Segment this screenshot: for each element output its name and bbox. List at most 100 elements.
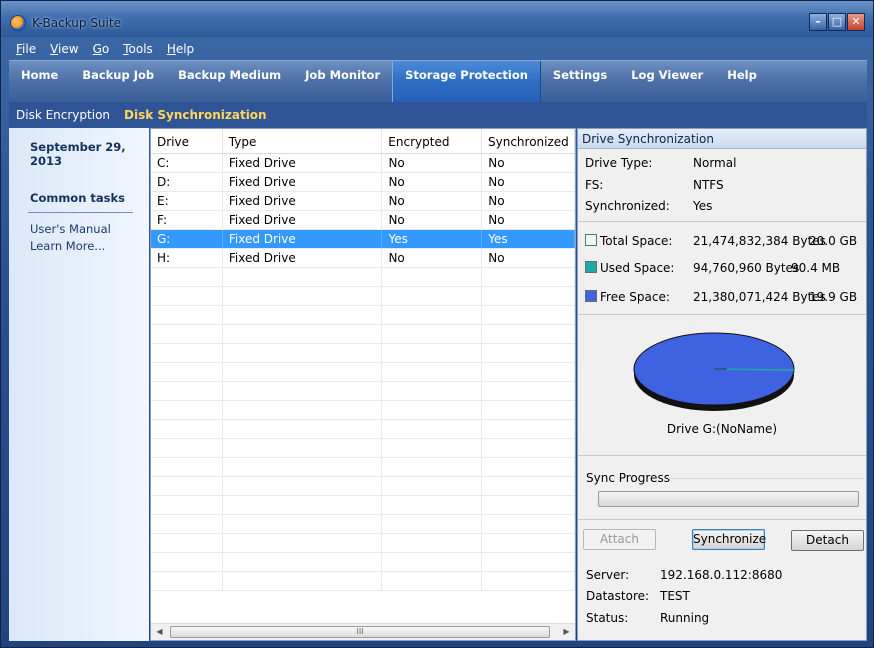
scrollbar-thumb[interactable]: III: [170, 626, 550, 638]
menu-tools[interactable]: Tools: [116, 39, 160, 59]
subtab-disk-synchronization[interactable]: Disk Synchronization: [117, 108, 274, 122]
fs-label: FS:: [585, 178, 604, 192]
synchronized-value: Yes: [693, 199, 713, 213]
tab-help[interactable]: Help: [715, 61, 769, 102]
empty-row: [151, 458, 575, 477]
title-bar[interactable]: K-Backup Suite – □ ✕: [1, 1, 873, 37]
current-date: September 29, 2013: [30, 140, 126, 168]
cell-encrypted: No: [382, 249, 483, 267]
used-space-label: Used Space:: [600, 261, 675, 275]
sidebar: September 29, 2013 Common tasks User's M…: [9, 128, 149, 641]
used-space-size: 90.4 MB: [791, 261, 841, 275]
table-row[interactable]: E: Fixed Drive No No: [151, 192, 575, 211]
table-row[interactable]: D: Fixed Drive No No: [151, 173, 575, 192]
empty-row: [151, 382, 575, 401]
cell-type: Fixed Drive: [223, 230, 383, 248]
empty-row: [151, 287, 575, 306]
datastore-value: TEST: [660, 589, 690, 603]
column-header-encrypted[interactable]: Encrypted: [382, 129, 482, 153]
free-space-size: 19.9 GB: [809, 290, 858, 304]
menu-help[interactable]: Help: [160, 39, 201, 59]
cell-drive: F:: [151, 211, 223, 229]
cell-encrypted: No: [382, 173, 483, 191]
free-space-swatch: [585, 290, 597, 302]
empty-row: [151, 515, 575, 534]
cell-drive: E:: [151, 192, 223, 210]
menu-view[interactable]: View: [43, 39, 85, 59]
column-header-synchronized[interactable]: Synchronized: [482, 129, 575, 153]
cell-synchronized: No: [482, 192, 575, 210]
drive-type-label: Drive Type:: [585, 156, 653, 170]
window-title: K-Backup Suite: [32, 16, 121, 30]
cell-synchronized: No: [482, 211, 575, 229]
cell-type: Fixed Drive: [223, 192, 383, 210]
tab-backup-medium[interactable]: Backup Medium: [166, 61, 293, 102]
fs-value: NTFS: [693, 178, 724, 192]
tab-storage-protection[interactable]: Storage Protection: [392, 61, 541, 102]
tab-home[interactable]: Home: [9, 61, 70, 102]
table-header: Drive Type Encrypted Synchronized: [151, 129, 575, 154]
app-window: K-Backup Suite – □ ✕ File View Go Tools …: [0, 0, 874, 648]
cell-synchronized: No: [482, 249, 575, 267]
close-icon[interactable]: ✕: [847, 13, 865, 31]
table-row[interactable]: H: Fixed Drive No No: [151, 249, 575, 268]
horizontal-scrollbar[interactable]: ◀ III ▶: [151, 623, 575, 640]
tab-log-viewer[interactable]: Log Viewer: [619, 61, 715, 102]
empty-row: [151, 344, 575, 363]
minimize-icon[interactable]: –: [809, 13, 827, 31]
window-controls: – □ ✕: [809, 13, 865, 31]
subtab-disk-encryption[interactable]: Disk Encryption: [9, 108, 117, 122]
total-space-swatch: [585, 234, 597, 246]
status-value: Running: [660, 611, 710, 625]
empty-row: [151, 363, 575, 382]
scroll-left-icon[interactable]: ◀: [151, 624, 168, 640]
maximize-icon[interactable]: □: [828, 13, 846, 31]
empty-row: [151, 401, 575, 420]
divider: [578, 455, 866, 456]
learn-more-link[interactable]: Learn More...: [30, 239, 105, 253]
disk-usage-pie: [633, 327, 795, 413]
empty-row: [151, 420, 575, 439]
total-space-label: Total Space:: [600, 234, 673, 248]
cell-type: Fixed Drive: [223, 249, 383, 267]
empty-row: [151, 325, 575, 344]
panel-title: Drive Synchronization: [578, 129, 866, 149]
synchronized-label: Synchronized:: [585, 199, 670, 213]
cell-drive: H:: [151, 249, 223, 267]
cell-type: Fixed Drive: [223, 154, 383, 172]
attach-button[interactable]: Attach: [583, 529, 656, 550]
total-space-size: 20.0 GB: [809, 234, 858, 248]
synchronize-button[interactable]: Synchronize: [692, 529, 766, 550]
divider: [578, 314, 866, 315]
menu-go[interactable]: Go: [86, 39, 117, 59]
table-row-selected[interactable]: G: Fixed Drive Yes Yes: [151, 230, 575, 249]
cell-drive: D:: [151, 173, 223, 191]
column-header-drive[interactable]: Drive: [151, 129, 223, 153]
divider: [28, 212, 133, 213]
table-body: C: Fixed Drive No No D: Fixed Drive No N…: [151, 154, 575, 591]
detach-button[interactable]: Detach: [791, 530, 864, 551]
menu-bar: File View Go Tools Help: [9, 39, 201, 59]
empty-row: [151, 439, 575, 458]
table-row[interactable]: F: Fixed Drive No No: [151, 211, 575, 230]
empty-row: [151, 572, 575, 591]
main-nav: Home Backup Job Backup Medium Job Monito…: [9, 60, 867, 102]
free-space-bytes: 21,380,071,424 Bytes: [693, 290, 826, 304]
tab-backup-job[interactable]: Backup Job: [70, 61, 166, 102]
column-header-type[interactable]: Type: [223, 129, 383, 153]
cell-encrypted: No: [382, 154, 483, 172]
table-row[interactable]: C: Fixed Drive No No: [151, 154, 575, 173]
status-label: Status:: [586, 611, 629, 625]
cell-type: Fixed Drive: [223, 211, 383, 229]
free-space-label: Free Space:: [600, 290, 670, 304]
scroll-right-icon[interactable]: ▶: [558, 624, 575, 640]
tab-job-monitor[interactable]: Job Monitor: [293, 61, 392, 102]
menu-file[interactable]: File: [9, 39, 43, 59]
empty-row: [151, 553, 575, 572]
divider: [578, 221, 866, 222]
cell-type: Fixed Drive: [223, 173, 383, 191]
common-tasks-heading: Common tasks: [30, 191, 125, 205]
tab-settings[interactable]: Settings: [541, 61, 619, 102]
users-manual-link[interactable]: User's Manual: [30, 222, 111, 236]
drive-table: Drive Type Encrypted Synchronized C: Fix…: [150, 128, 576, 641]
